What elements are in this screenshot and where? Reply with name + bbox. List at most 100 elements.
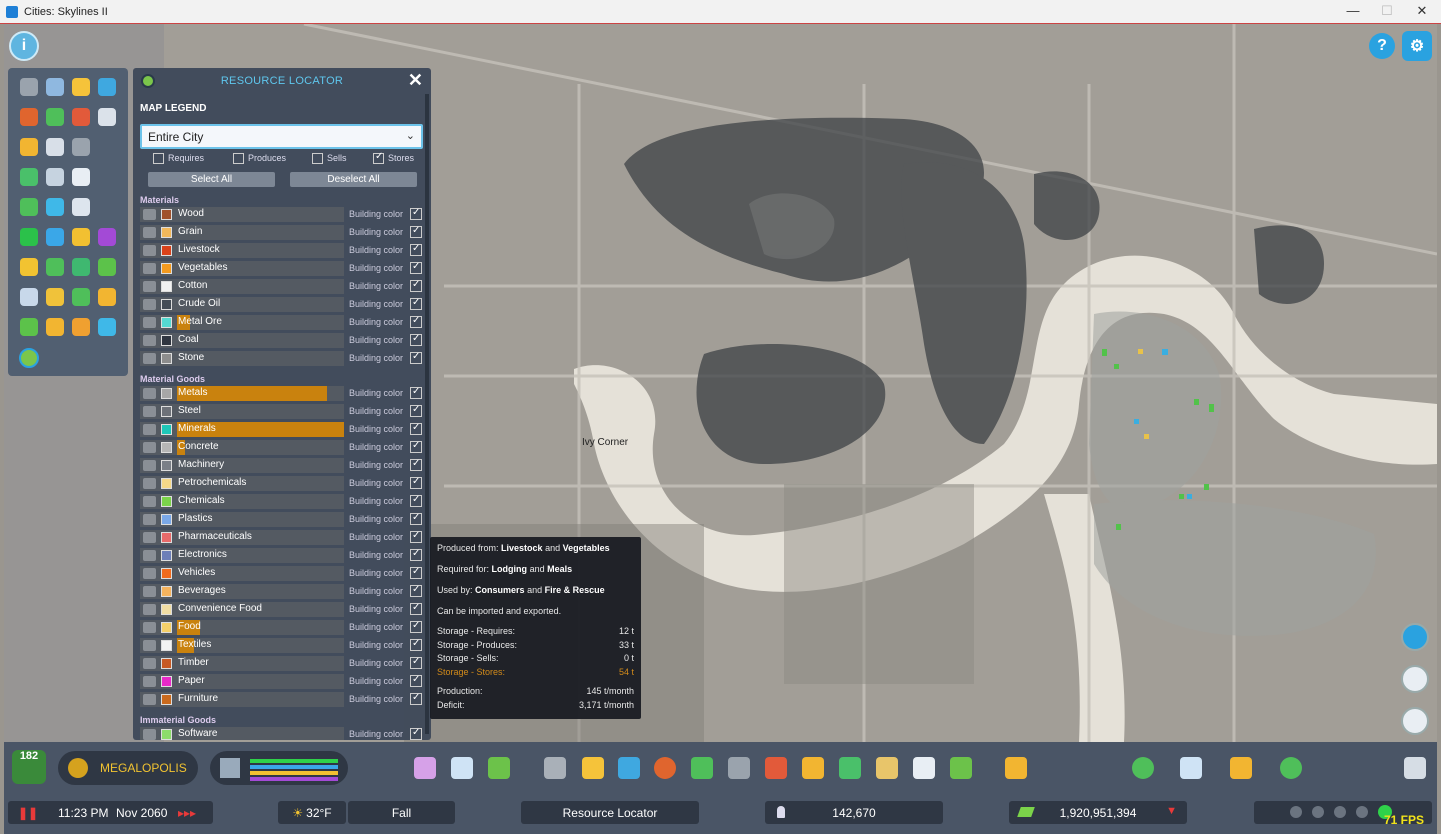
resource-row-grain[interactable]: Grain Building color [140, 225, 423, 240]
garbage-infoview-icon[interactable] [46, 108, 64, 126]
resource-row-furniture[interactable]: Furniture Building color [140, 692, 423, 707]
resource-row-textiles[interactable]: Textiles Building color [140, 638, 423, 653]
minimize-button[interactable]: — [1336, 0, 1370, 24]
transportation-icon[interactable] [839, 757, 861, 779]
resource-checkbox[interactable] [410, 458, 422, 471]
resource-checkbox[interactable] [410, 225, 422, 238]
requires-checkbox[interactable] [153, 153, 164, 165]
resource-checkbox[interactable] [410, 422, 422, 435]
weather-pill[interactable]: ☀ 32°F [278, 801, 346, 824]
money-infoview-icon[interactable] [72, 288, 90, 306]
communications-icon[interactable] [913, 757, 935, 779]
select-all-button[interactable]: Select All [148, 172, 275, 187]
photo-mode-icon[interactable] [1401, 623, 1429, 651]
growth-infoview-icon[interactable] [72, 258, 90, 276]
resource-checkbox[interactable] [410, 656, 422, 669]
parks-infoview-icon[interactable] [20, 198, 38, 216]
color-swatch[interactable] [161, 658, 172, 669]
map-tiles-icon[interactable] [1180, 757, 1202, 779]
city-info-icon[interactable] [1280, 757, 1302, 779]
maximize-button[interactable]: ☐ [1370, 0, 1404, 24]
economy-infoview-icon[interactable] [46, 258, 64, 276]
statistics-icon[interactable] [1230, 757, 1252, 779]
resource-checkbox[interactable] [410, 351, 422, 364]
bulldozer-icon[interactable] [1005, 757, 1027, 779]
resource-checkbox[interactable] [410, 386, 422, 399]
landvalue-infoview-icon[interactable] [72, 198, 90, 216]
color-swatch[interactable] [161, 299, 172, 310]
color-swatch[interactable] [161, 550, 172, 561]
agriculture-infoview-icon[interactable] [98, 258, 116, 276]
resource-checkbox[interactable] [410, 315, 422, 328]
color-swatch[interactable] [161, 640, 172, 651]
resource-row-cotton[interactable]: Cotton Building color [140, 279, 423, 294]
resource-row-timber[interactable]: Timber Building color [140, 656, 423, 671]
industrial-infoview-icon[interactable] [72, 228, 90, 246]
resource-checkbox[interactable] [410, 566, 422, 579]
color-swatch[interactable] [161, 317, 172, 328]
info-icon[interactable]: i [9, 31, 39, 61]
money-pill[interactable]: 1,920,951,394 ▼ [1009, 801, 1187, 824]
resource-checkbox[interactable] [410, 638, 422, 651]
resource-row-chemicals[interactable]: Chemicals Building color [140, 494, 423, 509]
happiness-infoview-icon[interactable] [46, 288, 64, 306]
resource-checkbox[interactable] [410, 674, 422, 687]
stores-checkbox[interactable] [373, 151, 384, 165]
parks-icon[interactable] [876, 757, 898, 779]
office-infoview-icon[interactable] [98, 228, 116, 246]
resource-row-minerals[interactable]: Minerals Building color [140, 422, 423, 437]
notes-icon[interactable] [1401, 707, 1429, 735]
resource-checkbox[interactable] [410, 548, 422, 561]
resource-checkbox[interactable] [410, 279, 422, 292]
roads-icon[interactable] [544, 757, 566, 779]
resource-row-vehicles[interactable]: Vehicles Building color [140, 566, 423, 581]
color-swatch[interactable] [161, 532, 172, 543]
speed-button[interactable]: ▸▸▸ [178, 806, 196, 820]
milestone-pill[interactable]: MEGALOPOLIS [58, 751, 198, 785]
filter-stores[interactable]: Stores [373, 151, 414, 167]
resource-row-pharmaceuticals[interactable]: Pharmaceuticals Building color [140, 530, 423, 545]
workers-infoview-icon[interactable] [98, 288, 116, 306]
filter-produces[interactable]: Produces [233, 153, 312, 167]
sells-checkbox[interactable] [312, 153, 323, 165]
resource-row-wood[interactable]: Wood Building color [140, 207, 423, 222]
electricity-infoview-icon[interactable] [72, 78, 90, 96]
landscaping-tools-icon[interactable] [950, 757, 972, 779]
resource-row-convenience-food[interactable]: Convenience Food Building color [140, 602, 423, 617]
attractiveness-infoview-icon[interactable] [20, 258, 38, 276]
color-swatch[interactable] [161, 568, 172, 579]
color-swatch[interactable] [161, 604, 172, 615]
terrain-infoview-icon[interactable] [20, 318, 38, 336]
resource-row-livestock[interactable]: Livestock Building color [140, 243, 423, 258]
color-swatch[interactable] [161, 335, 172, 346]
resource-row-software[interactable]: Software Building color [140, 727, 423, 740]
settings-gear-icon[interactable]: ⚙ [1402, 31, 1432, 61]
resource-row-steel[interactable]: Steel Building color [140, 404, 423, 419]
resource-row-petrochemicals[interactable]: Petrochemicals Building color [140, 476, 423, 491]
post-infoview-icon[interactable] [46, 168, 64, 186]
maintenance-infoview-icon[interactable] [98, 108, 116, 126]
pause-button[interactable]: ❚❚ [18, 806, 58, 820]
resource-row-vegetables[interactable]: Vegetables Building color [140, 261, 423, 276]
transit-infoview-icon[interactable] [20, 168, 38, 186]
resource-checkbox[interactable] [410, 494, 422, 507]
color-swatch[interactable] [161, 263, 172, 274]
scope-dropdown[interactable]: Entire City ⌄ [140, 124, 423, 149]
happiness-pill[interactable]: 71 FPS [1254, 801, 1432, 827]
population-pill[interactable]: 142,670 [765, 801, 943, 824]
resource-checkbox[interactable] [410, 512, 422, 525]
resource-checkbox[interactable] [410, 692, 422, 705]
admin-infoview-icon[interactable] [46, 138, 64, 156]
healthcare-icon[interactable] [654, 757, 676, 779]
districts-infoview-icon[interactable] [46, 198, 64, 216]
resource-checkbox[interactable] [410, 476, 422, 489]
help-icon[interactable]: ? [1369, 33, 1395, 59]
resource-row-coal[interactable]: Coal Building color [140, 333, 423, 348]
citizens-infoview-icon[interactable] [20, 288, 38, 306]
resource-row-beverages[interactable]: Beverages Building color [140, 584, 423, 599]
garbage-icon[interactable] [691, 757, 713, 779]
resource-row-plastics[interactable]: Plastics Building color [140, 512, 423, 527]
transport-infoview-icon[interactable] [46, 78, 64, 96]
resource-row-food[interactable]: Food Building color [140, 620, 423, 635]
close-window-button[interactable]: ✕ [1405, 0, 1439, 24]
